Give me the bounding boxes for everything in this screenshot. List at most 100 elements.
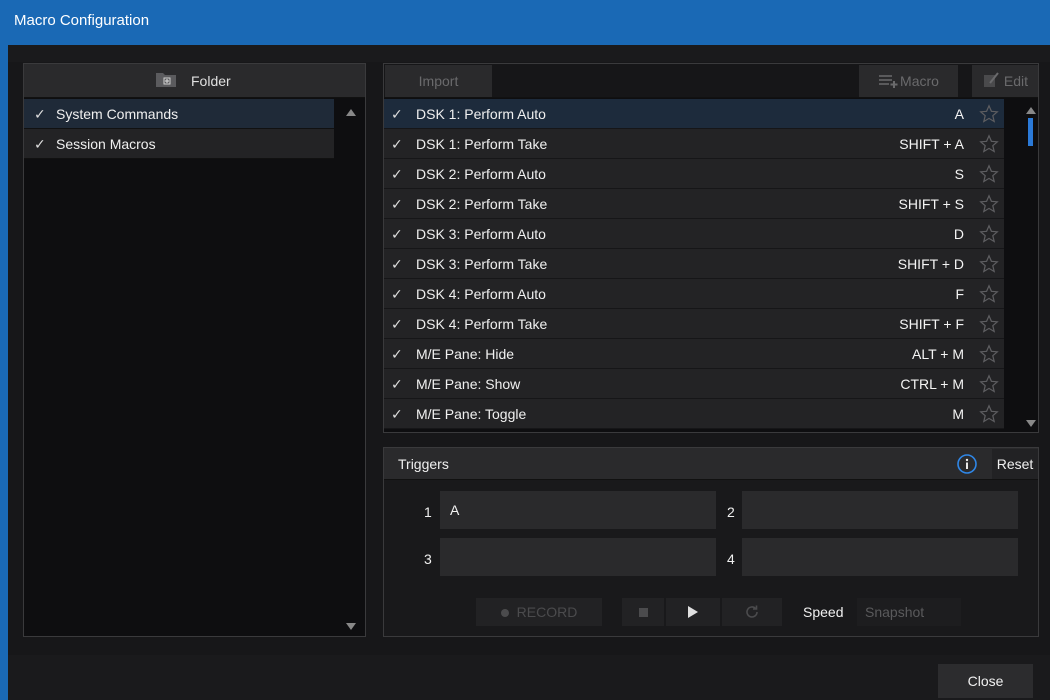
macro-row[interactable]: ✓ DSK 4: Perform Auto F — [384, 279, 1004, 309]
triggers-title: Triggers — [398, 456, 449, 472]
folder-item-label: System Commands — [56, 106, 179, 122]
scroll-down-arrow-icon[interactable] — [346, 623, 356, 630]
macro-name: DSK 4: Perform Take — [416, 316, 548, 332]
info-icon[interactable] — [956, 453, 978, 475]
folder-item-session-macros[interactable]: ✓ Session Macros — [24, 129, 334, 159]
folder-scrollbar[interactable] — [336, 99, 365, 636]
macro-row[interactable]: ✓ DSK 3: Perform Auto D — [384, 219, 1004, 249]
star-icon[interactable] — [979, 164, 999, 184]
star-icon[interactable] — [979, 224, 999, 244]
reset-button-label: Reset — [996, 456, 1034, 472]
macro-name: M/E Pane: Show — [416, 376, 521, 392]
stop-button[interactable] — [622, 598, 664, 626]
scroll-up-arrow-icon[interactable] — [346, 109, 356, 116]
star-icon[interactable] — [979, 284, 999, 304]
loop-button[interactable] — [722, 598, 782, 626]
macro-shortcut: ALT + M — [911, 346, 964, 362]
macro-name: DSK 3: Perform Auto — [416, 226, 546, 242]
record-button[interactable]: RECORD — [476, 598, 602, 626]
macro-row[interactable]: ✓ M/E Pane: Toggle M — [384, 399, 1004, 429]
snapshot-field[interactable]: Snapshot — [857, 598, 961, 626]
macro-row[interactable]: ✓ DSK 1: Perform Take SHIFT + A — [384, 129, 1004, 159]
macro-panel: Import Macro Edit ✓ DSK 1: Perform Auto A ✓… — [383, 63, 1039, 433]
record-dot-icon — [500, 609, 509, 617]
star-icon[interactable] — [979, 104, 999, 124]
close-button[interactable]: Close — [938, 664, 1033, 698]
reset-button[interactable]: Reset — [992, 449, 1038, 479]
macro-name: M/E Pane: Toggle — [416, 406, 527, 422]
folder-list: ✓ System Commands ✓ Session Macros — [24, 99, 334, 159]
close-button-label: Close — [967, 673, 1004, 689]
check-icon[interactable]: ✓ — [391, 309, 403, 339]
macro-row[interactable]: ✓ M/E Pane: Show CTRL + M — [384, 369, 1004, 399]
macro-shortcut: SHIFT + S — [898, 196, 964, 212]
macro-name: DSK 3: Perform Take — [416, 256, 548, 272]
window-title: Macro Configuration — [14, 12, 150, 29]
check-icon[interactable]: ✓ — [391, 189, 403, 219]
check-icon[interactable]: ✓ — [34, 99, 56, 129]
macro-row[interactable]: ✓ DSK 3: Perform Take SHIFT + D — [384, 249, 1004, 279]
macro-shortcut: SHIFT + D — [897, 256, 964, 272]
macro-shortcut: SHIFT + F — [899, 316, 964, 332]
check-icon[interactable]: ✓ — [391, 219, 403, 249]
check-icon[interactable]: ✓ — [391, 129, 403, 159]
macro-shortcut: CTRL + M — [900, 376, 964, 392]
scroll-down-arrow-icon[interactable] — [1026, 420, 1036, 427]
trigger-1-number: 1 — [424, 504, 432, 520]
edit-button[interactable]: Edit — [972, 65, 1038, 97]
macro-name: DSK 1: Perform Auto — [416, 106, 546, 122]
add-folder-button[interactable]: Folder — [24, 64, 365, 98]
check-icon[interactable]: ✓ — [391, 159, 403, 189]
check-icon[interactable]: ✓ — [391, 279, 403, 309]
macro-configuration-window: Macro Configuration Folder ✓ System Comma… — [0, 0, 1050, 700]
check-icon[interactable]: ✓ — [391, 369, 403, 399]
folder-item-system-commands[interactable]: ✓ System Commands — [24, 99, 334, 129]
folder-header-label: Folder — [191, 73, 231, 89]
macro-row[interactable]: ✓ DSK 2: Perform Take SHIFT + S — [384, 189, 1004, 219]
macro-row[interactable]: ✓ DSK 2: Perform Auto S — [384, 159, 1004, 189]
macro-name: M/E Pane: Hide — [416, 346, 515, 362]
star-icon[interactable] — [979, 194, 999, 214]
check-icon[interactable]: ✓ — [391, 249, 403, 279]
trigger-4-field[interactable] — [742, 538, 1018, 576]
scroll-up-arrow-icon[interactable] — [1026, 107, 1036, 114]
macro-row[interactable]: ✓ DSK 4: Perform Take SHIFT + F — [384, 309, 1004, 339]
triggers-panel: Triggers Reset 1 A 2 3 4 RECORD Speed Sn… — [383, 447, 1039, 637]
macro-scrollbar[interactable] — [1005, 99, 1038, 432]
check-icon[interactable]: ✓ — [391, 99, 403, 129]
snapshot-label: Snapshot — [865, 604, 925, 620]
add-macro-button[interactable]: Macro — [859, 65, 958, 97]
add-macro-icon — [879, 75, 898, 88]
macro-name: DSK 4: Perform Auto — [416, 286, 546, 302]
macro-row[interactable]: ✓ M/E Pane: Hide ALT + M — [384, 339, 1004, 369]
trigger-3-field[interactable] — [440, 538, 716, 576]
loop-icon — [746, 605, 758, 618]
macro-shortcut: S — [954, 166, 964, 182]
macro-toolbar: Import Macro Edit — [384, 64, 1038, 98]
star-icon[interactable] — [979, 344, 999, 364]
star-icon[interactable] — [979, 374, 999, 394]
macro-button-label: Macro — [900, 73, 939, 89]
check-icon[interactable]: ✓ — [34, 129, 56, 159]
macro-name: DSK 1: Perform Take — [416, 136, 548, 152]
trigger-4-number: 4 — [727, 551, 735, 567]
macro-shortcut: D — [953, 226, 964, 242]
trigger-1-field[interactable]: A — [440, 491, 716, 529]
title-bar: Macro Configuration — [0, 0, 1050, 45]
import-button[interactable]: Import — [385, 65, 492, 97]
star-icon[interactable] — [979, 314, 999, 334]
trigger-2-field[interactable] — [742, 491, 1018, 529]
macro-name: DSK 2: Perform Take — [416, 196, 548, 212]
macro-shortcut: A — [954, 106, 964, 122]
macro-name: DSK 2: Perform Auto — [416, 166, 546, 182]
check-icon[interactable]: ✓ — [391, 339, 403, 369]
star-icon[interactable] — [979, 404, 999, 424]
scroll-thumb[interactable] — [1028, 118, 1033, 146]
check-icon[interactable]: ✓ — [391, 399, 403, 429]
star-icon[interactable] — [979, 254, 999, 274]
play-button[interactable] — [666, 598, 720, 626]
macro-row[interactable]: ✓ DSK 1: Perform Auto A — [384, 99, 1004, 129]
stop-icon — [638, 608, 648, 617]
star-icon[interactable] — [979, 134, 999, 154]
import-button-label: Import — [418, 73, 459, 89]
